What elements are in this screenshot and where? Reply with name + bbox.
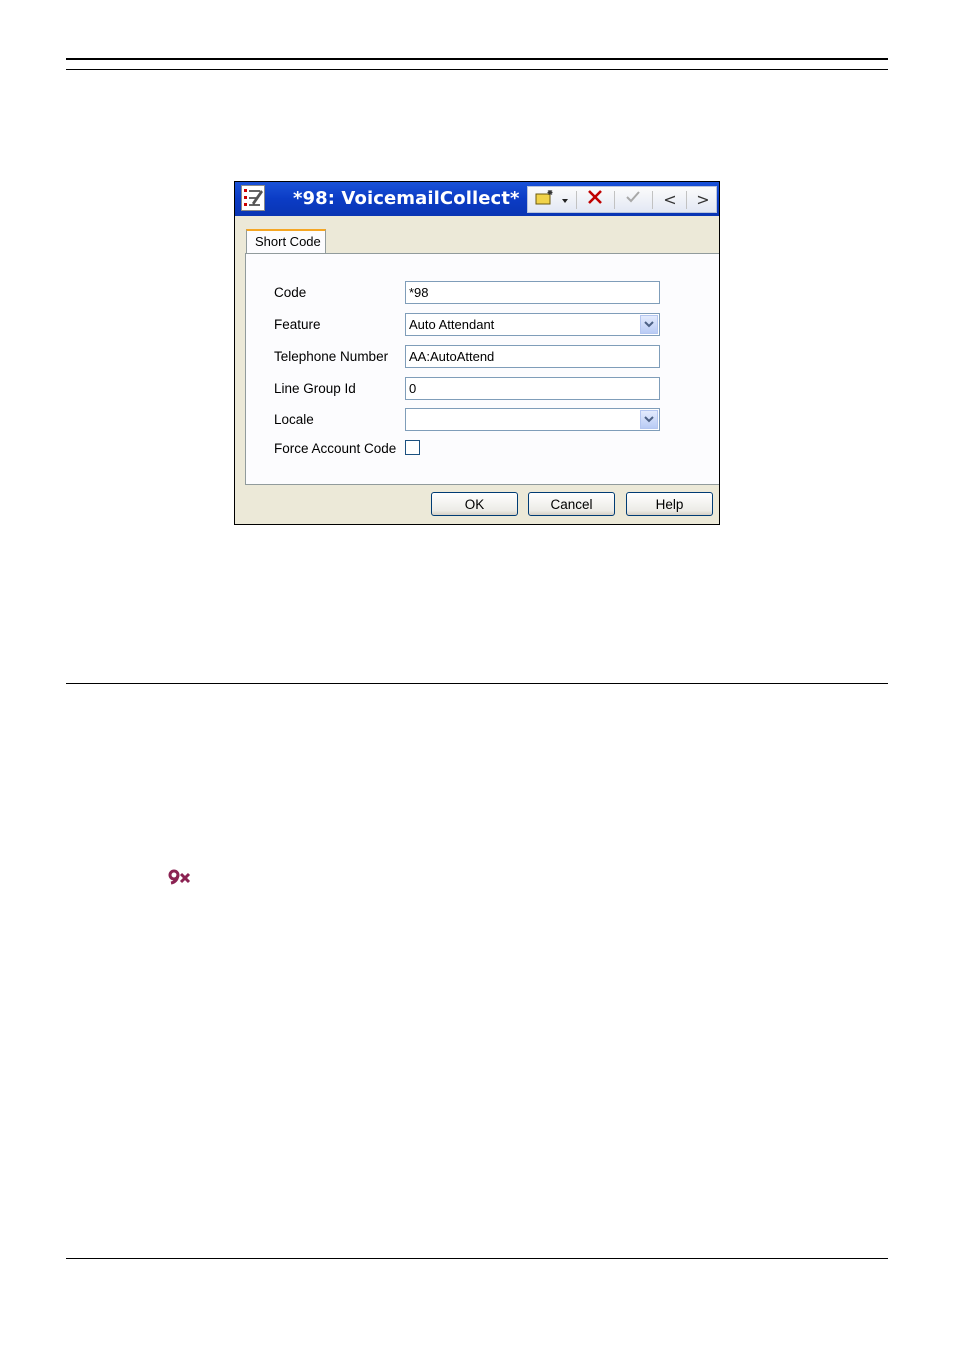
code-value: *98: [409, 285, 429, 300]
add-record-dropdown[interactable]: [559, 189, 571, 210]
tab-short-code-label: Short Code: [255, 234, 321, 249]
code-field[interactable]: *98: [405, 281, 660, 304]
caret-down-icon: [561, 191, 569, 209]
help-button[interactable]: Help: [626, 492, 713, 516]
ok-button[interactable]: OK: [431, 492, 518, 516]
feature-value: Auto Attendant: [409, 317, 495, 332]
telephone-number-label: Telephone Number: [274, 349, 389, 364]
add-record-icon: [535, 188, 557, 211]
feature-dropdown-button[interactable]: [640, 315, 658, 334]
tab-short-code[interactable]: Short Code: [246, 229, 326, 254]
locale-label: Locale: [274, 412, 314, 427]
header-rule-thin: [66, 69, 888, 70]
previous-button[interactable]: <: [658, 189, 682, 210]
line-group-id-field[interactable]: 0: [405, 377, 660, 400]
force-account-code-label: Force Account Code: [274, 441, 397, 456]
delete-x-icon: [587, 189, 603, 210]
dialog-title: *98: VoicemailCollect*: [293, 188, 520, 209]
short-code-dialog: *98: VoicemailCollect* < > Short Code Co…: [234, 181, 720, 525]
code-label: Code: [274, 285, 307, 300]
force-account-code-checkbox[interactable]: [405, 440, 420, 455]
locale-dropdown-button[interactable]: [640, 410, 658, 429]
delete-button[interactable]: [582, 189, 608, 210]
line-group-id-label: Line Group Id: [274, 381, 356, 396]
checkmark-icon: [625, 190, 641, 209]
feature-select[interactable]: Auto Attendant: [405, 313, 660, 336]
title-bar: *98: VoicemailCollect* < >: [235, 182, 719, 216]
previous-label: <: [663, 190, 677, 209]
footer-rule: [66, 1258, 888, 1259]
ok-label: OK: [464, 496, 485, 512]
short-code-icon: [241, 185, 265, 211]
add-record-button[interactable]: [532, 189, 560, 210]
section-rule: [66, 683, 888, 684]
line-group-id-value: 0: [409, 381, 417, 396]
toolbar: < >: [527, 186, 717, 213]
chevron-down-icon: [644, 319, 654, 331]
help-label: Help: [655, 496, 684, 512]
feature-label: Feature: [274, 317, 321, 332]
next-label: >: [696, 190, 710, 209]
cancel-button[interactable]: Cancel: [528, 492, 615, 516]
next-button[interactable]: >: [691, 189, 715, 210]
9x-badge-icon: [168, 869, 192, 889]
chevron-down-icon: [644, 414, 654, 426]
telephone-number-value: AA:AutoAttend: [409, 349, 495, 364]
cancel-label: Cancel: [550, 496, 593, 512]
locale-select[interactable]: [405, 408, 660, 431]
header-rule-thick: [66, 58, 888, 60]
validate-button[interactable]: [620, 189, 646, 210]
telephone-number-field[interactable]: AA:AutoAttend: [405, 345, 660, 368]
